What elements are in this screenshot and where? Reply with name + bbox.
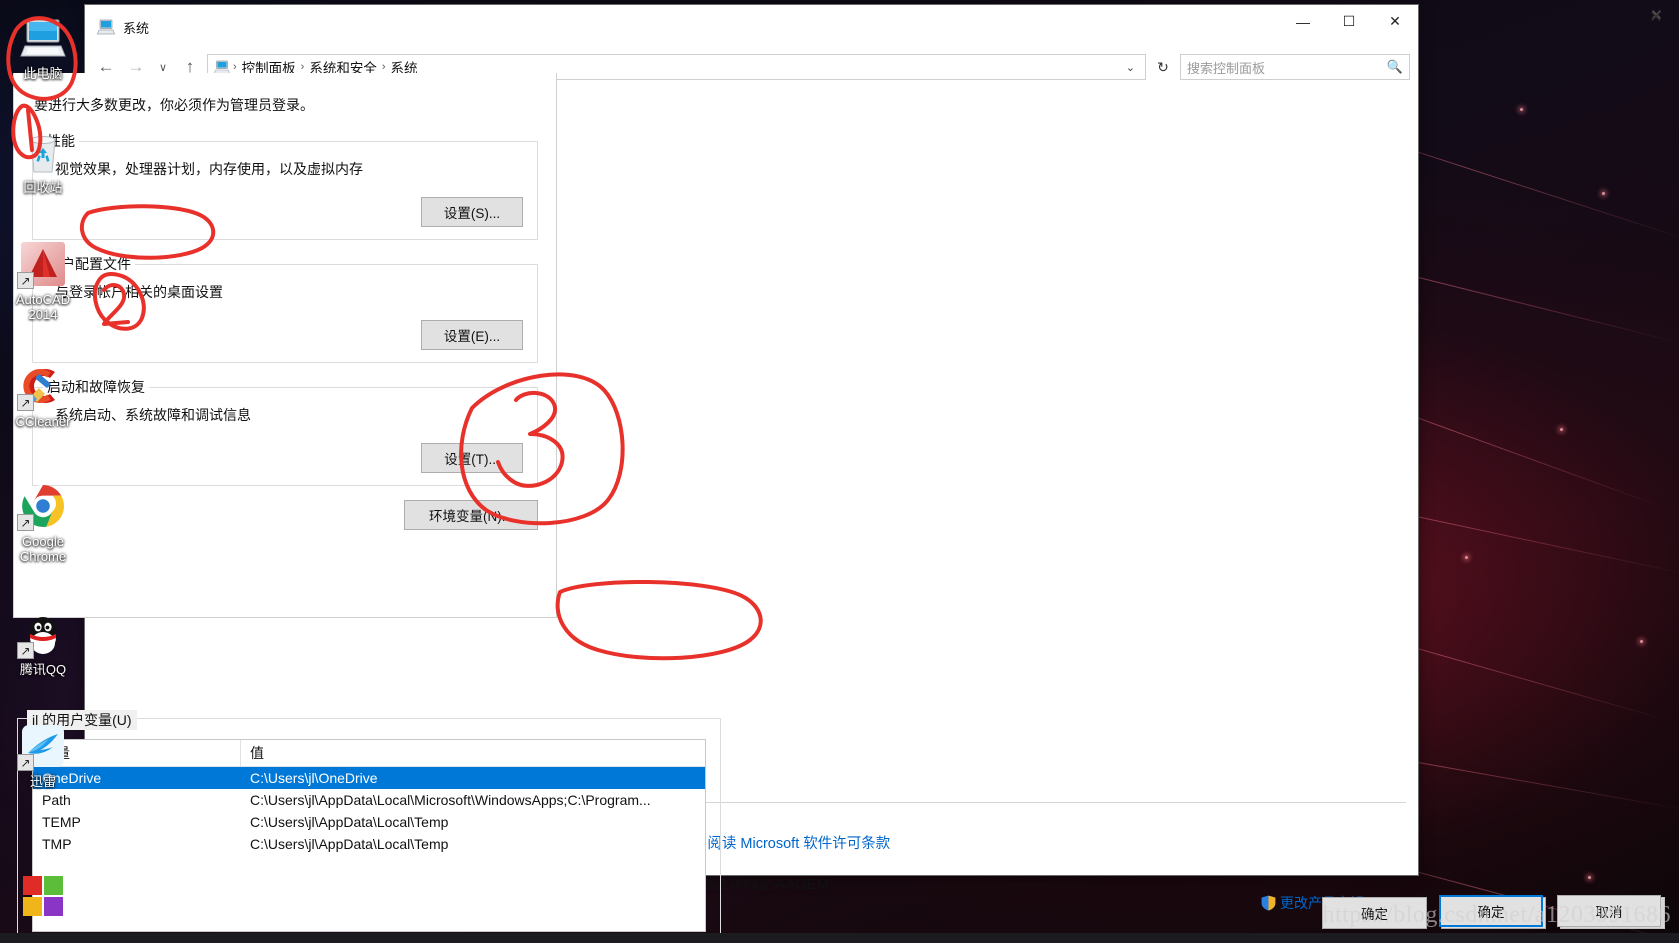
section-divider: [659, 802, 1406, 803]
desktop-icon-qq[interactable]: ↗ 腾讯QQ: [0, 610, 86, 677]
this-pc-icon: [19, 14, 67, 62]
control-panel-titlebar: 系统 — ☐ ✕: [85, 5, 1418, 49]
chevron-down-icon[interactable]: ⌄: [1120, 61, 1141, 74]
advanced-tab-panel: 要进行大多数更改，你必须作为管理员登录。 性能 视觉效果，处理器计划，内存使用，…: [13, 73, 557, 618]
recycle-bin-icon: [19, 128, 67, 176]
desktop-icon-chrome[interactable]: ↗ Google Chrome: [0, 482, 86, 564]
search-placeholder: 搜索控制面板: [1187, 60, 1266, 76]
table-row[interactable]: TMP C:\Users\jl\AppData\Local\Temp: [33, 833, 705, 855]
startup-recovery-settings-button[interactable]: 设置(T)...: [421, 443, 523, 473]
desktop-icon-recycle-bin[interactable]: 回收站: [0, 128, 86, 195]
startup-recovery-group-description: 系统启动、系统故障和调试信息: [55, 407, 251, 423]
ccleaner-icon: ↗: [17, 362, 67, 411]
recent-locations-button[interactable]: ∨: [153, 61, 173, 74]
taskbar: [0, 933, 1679, 943]
close-icon[interactable]: ✕: [1633, 0, 1679, 34]
desktop-icon-label: CCleaner: [15, 414, 71, 429]
shortcut-arrow-icon: ↗: [17, 514, 34, 531]
column-header-value[interactable]: 值: [241, 743, 705, 763]
table-row[interactable]: Path C:\Users\jl\AppData\Local\Microsoft…: [33, 789, 705, 811]
license-terms-link[interactable]: 阅读 Microsoft 软件许可条款: [707, 836, 890, 852]
desktop-icon-ccleaner[interactable]: ↗ CCleaner: [0, 362, 86, 429]
variable-value: C:\Users\jl\AppData\Local\Microsoft\Wind…: [250, 792, 651, 808]
user-variables-grid[interactable]: 变量 值 OneDrive C:\Users\jl\OneDrive Path …: [32, 739, 706, 932]
user-profiles-group-description: 与登录帐户相关的桌面设置: [55, 284, 223, 300]
search-input[interactable]: 搜索控制面板 🔍: [1180, 54, 1410, 80]
thunder-icon: ↗: [17, 722, 67, 771]
table-row[interactable]: TEMP C:\Users\jl\AppData\Local\Temp: [33, 811, 705, 833]
minimize-button[interactable]: —: [1280, 5, 1326, 38]
user-variables-rows: OneDrive C:\Users\jl\OneDrive Path C:\Us…: [33, 767, 705, 855]
admin-requirement-note: 要进行大多数更改，你必须作为管理员登录。: [34, 97, 314, 113]
variable-value: C:\Users\jl\AppData\Local\Temp: [250, 836, 449, 852]
user-profiles-group: 用户配置文件 与登录帐户相关的桌面设置 设置(E)...: [32, 254, 538, 363]
shortcut-arrow-icon: ↗: [17, 642, 34, 659]
shortcut-arrow-icon: ↗: [17, 272, 34, 289]
desktop-icon-this-pc[interactable]: 此电脑: [0, 14, 86, 81]
search-icon: 🔍: [1386, 59, 1403, 74]
screen: 此电脑 回收站 ↗ AutoCAD 2014 ↗ CCleaner ↗ Goog…: [0, 0, 1679, 943]
performance-settings-button[interactable]: 设置(S)...: [421, 197, 523, 227]
desktop-icon-label: 腾讯QQ: [19, 662, 67, 677]
chrome-icon: ↗: [17, 482, 67, 531]
performance-group-description: 视觉效果，处理器计划，内存使用，以及虚拟内存: [55, 161, 363, 177]
desktop-icon-thunder[interactable]: ↗ 迅雷: [0, 722, 86, 789]
shield-icon: [1261, 895, 1276, 911]
control-panel-title: 系统: [123, 20, 150, 36]
desktop-icon-label: 迅雷: [29, 774, 56, 789]
startup-recovery-group: 启动和故障恢复 系统启动、系统故障和调试信息 设置(T)...: [32, 377, 538, 486]
desktop-icon-label: Google Chrome: [19, 534, 67, 564]
variable-value: C:\Users\jl\AppData\Local\Temp: [250, 814, 449, 830]
window-caption-buttons: — ☐ ✕: [1280, 5, 1418, 38]
desktop-icon-label: 此电脑: [23, 66, 63, 81]
autocad-icon: ↗: [17, 240, 67, 289]
shortcut-arrow-icon: ↗: [17, 394, 34, 411]
system-computer-icon: [96, 18, 116, 36]
refresh-button[interactable]: ↻: [1150, 54, 1176, 80]
user-variables-group: jl 的用户变量(U) 变量 值 OneDrive C:\Users\jl\On…: [17, 710, 721, 943]
user-variables-header: 变量 值: [33, 740, 705, 767]
performance-group: 性能 视觉效果，处理器计划，内存使用，以及虚拟内存 设置(S)...: [32, 131, 538, 240]
shortcut-arrow-icon: ↗: [17, 754, 34, 771]
maximize-button[interactable]: ☐: [1326, 5, 1372, 38]
watermark: https://blog.csdn.net/a1203991686: [1322, 902, 1671, 928]
windows-tiles-icon: [19, 872, 67, 920]
qq-icon: ↗: [17, 610, 67, 659]
desktop-icon-windows-tiles[interactable]: [0, 872, 86, 924]
desktop-icon-list: 此电脑 回收站 ↗ AutoCAD 2014 ↗ CCleaner ↗ Goog…: [0, 0, 86, 943]
desktop-icon-autocad[interactable]: ↗ AutoCAD 2014: [0, 240, 86, 322]
environment-variables-button[interactable]: 环境变量(N)...: [404, 500, 538, 530]
desktop-icon-label: AutoCAD 2014: [15, 292, 71, 322]
table-row[interactable]: OneDrive C:\Users\jl\OneDrive: [33, 767, 705, 789]
desktop-icon-label: 回收站: [23, 180, 63, 195]
variable-value: C:\Users\jl\OneDrive: [250, 770, 378, 786]
user-profiles-settings-button[interactable]: 设置(E)...: [421, 320, 523, 350]
close-button[interactable]: ✕: [1372, 5, 1418, 38]
